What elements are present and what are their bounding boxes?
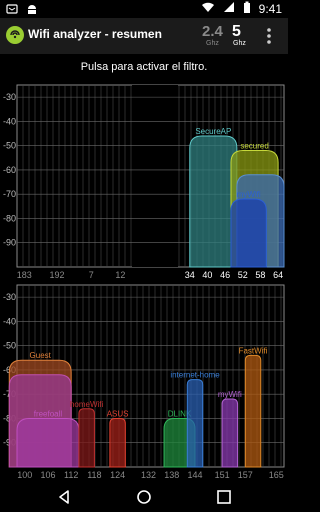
y-tick-label: -60 (3, 165, 16, 175)
network-signal-shape[interactable] (186, 379, 204, 468)
x-tick-label: 40 (202, 270, 212, 280)
network-label: FastWifi (239, 346, 268, 355)
x-tick-label: 52 (238, 270, 248, 280)
home-icon[interactable] (134, 487, 154, 507)
channel-graph-mixed[interactable]: -30 -40 -50 -60 -70 -80 -90 SecureAP secured myWi… (0, 82, 288, 282)
band-5-unit: Ghz (233, 40, 246, 47)
x-tick-label: 118 (87, 470, 101, 480)
network-signal-shape[interactable] (109, 417, 126, 468)
network-label: ASUS (107, 409, 129, 418)
x-tick-label: 138 (164, 470, 179, 480)
network-label: myWifi (237, 190, 261, 199)
network-label: myWifi (218, 390, 242, 399)
y-tick-label: -30 (3, 292, 16, 302)
network-label: Guest (30, 351, 52, 360)
x-tick-label: 106 (40, 470, 55, 480)
app-bar: Wifi analyzer - resumen 2.4 Ghz 5 Ghz (0, 18, 288, 54)
network-signal-shape[interactable] (189, 135, 238, 268)
x-tick-label: 100 (17, 470, 32, 480)
x-tick-label: 165 (269, 470, 284, 480)
y-tick-label: -80 (3, 213, 16, 223)
empty-channel-gap (132, 85, 178, 267)
x-tick-label: 34 (185, 270, 195, 280)
y-tick-label: -30 (3, 92, 16, 102)
x-tick-label: 12 (115, 270, 125, 280)
band-24-label: 2.4 (202, 23, 223, 40)
x-tick-label: 144 (187, 470, 202, 480)
network-label: secured (240, 142, 268, 151)
status-time: 9:41 (258, 1, 282, 16)
x-tick-label: 112 (64, 470, 78, 480)
network-label: homeWifi (70, 400, 104, 409)
network-signal-shape[interactable] (221, 398, 239, 468)
band-5ghz-button[interactable]: 5 Ghz (229, 23, 255, 49)
x-tick-label: 132 (141, 470, 156, 480)
network-signal-shape[interactable] (244, 354, 262, 468)
band-5-label: 5 (232, 23, 241, 40)
status-bar: 9:41 (0, 0, 288, 18)
network-label: internet-home (170, 371, 220, 380)
back-icon[interactable] (54, 487, 74, 507)
app-title: Wifi analyzer - resumen (28, 27, 162, 41)
band-24-unit: Ghz (206, 40, 219, 47)
x-tick-label: 157 (238, 470, 253, 480)
x-tick-label: 183 (17, 270, 32, 280)
x-tick-label: 7 (89, 270, 94, 280)
network-label: SecureAP (195, 127, 231, 136)
x-tick-label: 64 (273, 270, 283, 280)
y-tick-label: -90 (3, 238, 16, 248)
y-tick-label: -50 (3, 341, 16, 351)
filter-hint[interactable]: Pulsa para activar el filtro. (0, 61, 288, 73)
x-tick-label: 58 (255, 270, 265, 280)
y-tick-label: -70 (3, 189, 16, 199)
network-signal-shape[interactable] (230, 198, 267, 268)
x-tick-label: 192 (50, 270, 65, 280)
navigation-bar (0, 482, 288, 512)
battery-icon (243, 1, 251, 16)
y-tick-label: -40 (3, 316, 16, 326)
channel-graph-5ghz[interactable]: -30-40-50-60-70-80-90GuestfreefoallhomeW… (0, 282, 288, 482)
overflow-menu-icon[interactable] (262, 26, 276, 46)
x-tick-label: 46 (220, 270, 230, 280)
network-label: freefoall (34, 409, 63, 418)
network-signal-shape[interactable] (78, 408, 95, 468)
x-tick-label: 124 (110, 470, 125, 480)
band-24ghz-button[interactable]: 2.4 Ghz (200, 23, 226, 49)
y-tick-label: -50 (3, 141, 16, 151)
network-signal-shape[interactable] (16, 417, 80, 468)
recents-icon[interactable] (214, 487, 234, 507)
signal-icon (223, 1, 235, 16)
x-tick-label: 151 (215, 470, 230, 480)
y-tick-label: -40 (3, 116, 16, 126)
wifi-icon (201, 1, 215, 16)
app-logo-icon (6, 26, 24, 44)
